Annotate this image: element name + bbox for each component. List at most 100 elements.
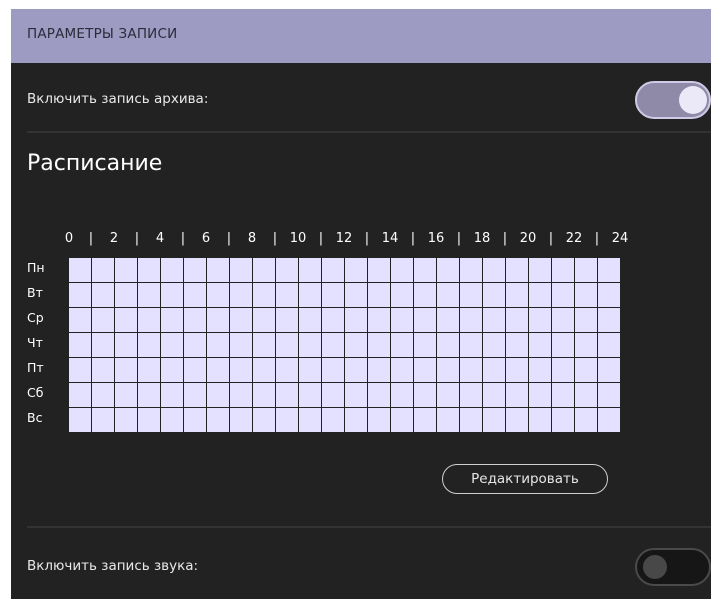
schedule-slot[interactable] bbox=[437, 283, 460, 308]
schedule-slot[interactable] bbox=[253, 333, 276, 358]
schedule-slot[interactable] bbox=[368, 308, 391, 333]
schedule-slot[interactable] bbox=[437, 383, 460, 408]
schedule-slot[interactable] bbox=[138, 408, 161, 433]
schedule-slot[interactable] bbox=[115, 308, 138, 333]
schedule-slot[interactable] bbox=[414, 358, 437, 383]
schedule-slot[interactable] bbox=[529, 358, 552, 383]
schedule-slot[interactable] bbox=[184, 408, 207, 433]
schedule-slot[interactable] bbox=[506, 308, 529, 333]
schedule-slot[interactable] bbox=[345, 333, 368, 358]
schedule-slot[interactable] bbox=[575, 258, 598, 283]
schedule-slot[interactable] bbox=[115, 408, 138, 433]
schedule-slot[interactable] bbox=[460, 408, 483, 433]
schedule-slot[interactable] bbox=[230, 383, 253, 408]
schedule-slot[interactable] bbox=[506, 258, 529, 283]
schedule-slot[interactable] bbox=[368, 358, 391, 383]
schedule-slot[interactable] bbox=[161, 383, 184, 408]
schedule-slot[interactable] bbox=[345, 308, 368, 333]
schedule-slot[interactable] bbox=[414, 333, 437, 358]
schedule-slot[interactable] bbox=[529, 408, 552, 433]
schedule-slot[interactable] bbox=[299, 258, 322, 283]
schedule-slot[interactable] bbox=[92, 283, 115, 308]
schedule-slot[interactable] bbox=[207, 383, 230, 408]
schedule-slot[interactable] bbox=[437, 408, 460, 433]
schedule-slot[interactable] bbox=[483, 408, 506, 433]
schedule-slot[interactable] bbox=[276, 283, 299, 308]
schedule-slot[interactable] bbox=[506, 283, 529, 308]
schedule-slot[interactable] bbox=[115, 283, 138, 308]
schedule-slot[interactable] bbox=[253, 283, 276, 308]
schedule-slot[interactable] bbox=[138, 258, 161, 283]
schedule-slot[interactable] bbox=[299, 358, 322, 383]
schedule-slot[interactable] bbox=[552, 383, 575, 408]
schedule-slot[interactable] bbox=[184, 333, 207, 358]
schedule-slot[interactable] bbox=[69, 283, 92, 308]
schedule-slot[interactable] bbox=[552, 358, 575, 383]
schedule-slot[interactable] bbox=[552, 408, 575, 433]
schedule-slot[interactable] bbox=[598, 358, 621, 383]
schedule-slot[interactable] bbox=[575, 408, 598, 433]
schedule-slot[interactable] bbox=[529, 283, 552, 308]
schedule-slot[interactable] bbox=[368, 283, 391, 308]
schedule-slot[interactable] bbox=[345, 383, 368, 408]
schedule-slot[interactable] bbox=[437, 358, 460, 383]
schedule-slot[interactable] bbox=[138, 358, 161, 383]
schedule-slot[interactable] bbox=[322, 308, 345, 333]
schedule-slot[interactable] bbox=[322, 333, 345, 358]
schedule-slot[interactable] bbox=[253, 308, 276, 333]
schedule-slot[interactable] bbox=[483, 308, 506, 333]
schedule-slot[interactable] bbox=[414, 258, 437, 283]
schedule-slot[interactable] bbox=[115, 333, 138, 358]
schedule-slot[interactable] bbox=[322, 383, 345, 408]
schedule-slot[interactable] bbox=[575, 308, 598, 333]
schedule-slot[interactable] bbox=[598, 258, 621, 283]
schedule-slot[interactable] bbox=[299, 408, 322, 433]
schedule-slot[interactable] bbox=[230, 333, 253, 358]
schedule-slot[interactable] bbox=[322, 358, 345, 383]
schedule-slot[interactable] bbox=[207, 408, 230, 433]
schedule-slot[interactable] bbox=[391, 408, 414, 433]
schedule-slot[interactable] bbox=[322, 258, 345, 283]
schedule-slot[interactable] bbox=[92, 308, 115, 333]
schedule-slot[interactable] bbox=[276, 358, 299, 383]
schedule-slot[interactable] bbox=[207, 308, 230, 333]
schedule-slot[interactable] bbox=[368, 408, 391, 433]
schedule-slot[interactable] bbox=[184, 308, 207, 333]
schedule-slot[interactable] bbox=[460, 383, 483, 408]
schedule-slot[interactable] bbox=[230, 283, 253, 308]
schedule-slot[interactable] bbox=[207, 283, 230, 308]
schedule-slot[interactable] bbox=[598, 283, 621, 308]
schedule-slot[interactable] bbox=[483, 358, 506, 383]
schedule-slot[interactable] bbox=[276, 258, 299, 283]
schedule-slot[interactable] bbox=[92, 383, 115, 408]
schedule-slot[interactable] bbox=[253, 408, 276, 433]
schedule-slot[interactable] bbox=[437, 258, 460, 283]
schedule-slot[interactable] bbox=[598, 308, 621, 333]
schedule-slot[interactable] bbox=[161, 258, 184, 283]
schedule-slot[interactable] bbox=[575, 333, 598, 358]
schedule-slot[interactable] bbox=[299, 383, 322, 408]
schedule-slot[interactable] bbox=[529, 308, 552, 333]
schedule-slot[interactable] bbox=[276, 408, 299, 433]
schedule-slot[interactable] bbox=[115, 358, 138, 383]
schedule-slot[interactable] bbox=[391, 358, 414, 383]
schedule-slot[interactable] bbox=[69, 333, 92, 358]
schedule-slot[interactable] bbox=[69, 308, 92, 333]
schedule-slot[interactable] bbox=[253, 383, 276, 408]
schedule-slot[interactable] bbox=[276, 308, 299, 333]
schedule-slot[interactable] bbox=[253, 258, 276, 283]
schedule-slot[interactable] bbox=[391, 283, 414, 308]
schedule-slot[interactable] bbox=[391, 258, 414, 283]
schedule-slot[interactable] bbox=[598, 333, 621, 358]
schedule-slot[interactable] bbox=[345, 258, 368, 283]
schedule-slot[interactable] bbox=[460, 308, 483, 333]
schedule-slot[interactable] bbox=[506, 383, 529, 408]
schedule-slot[interactable] bbox=[138, 383, 161, 408]
schedule-slot[interactable] bbox=[138, 333, 161, 358]
schedule-slot[interactable] bbox=[69, 258, 92, 283]
schedule-slot[interactable] bbox=[529, 383, 552, 408]
schedule-slot[interactable] bbox=[92, 358, 115, 383]
schedule-slot[interactable] bbox=[161, 333, 184, 358]
schedule-slot[interactable] bbox=[575, 358, 598, 383]
schedule-slot[interactable] bbox=[414, 408, 437, 433]
